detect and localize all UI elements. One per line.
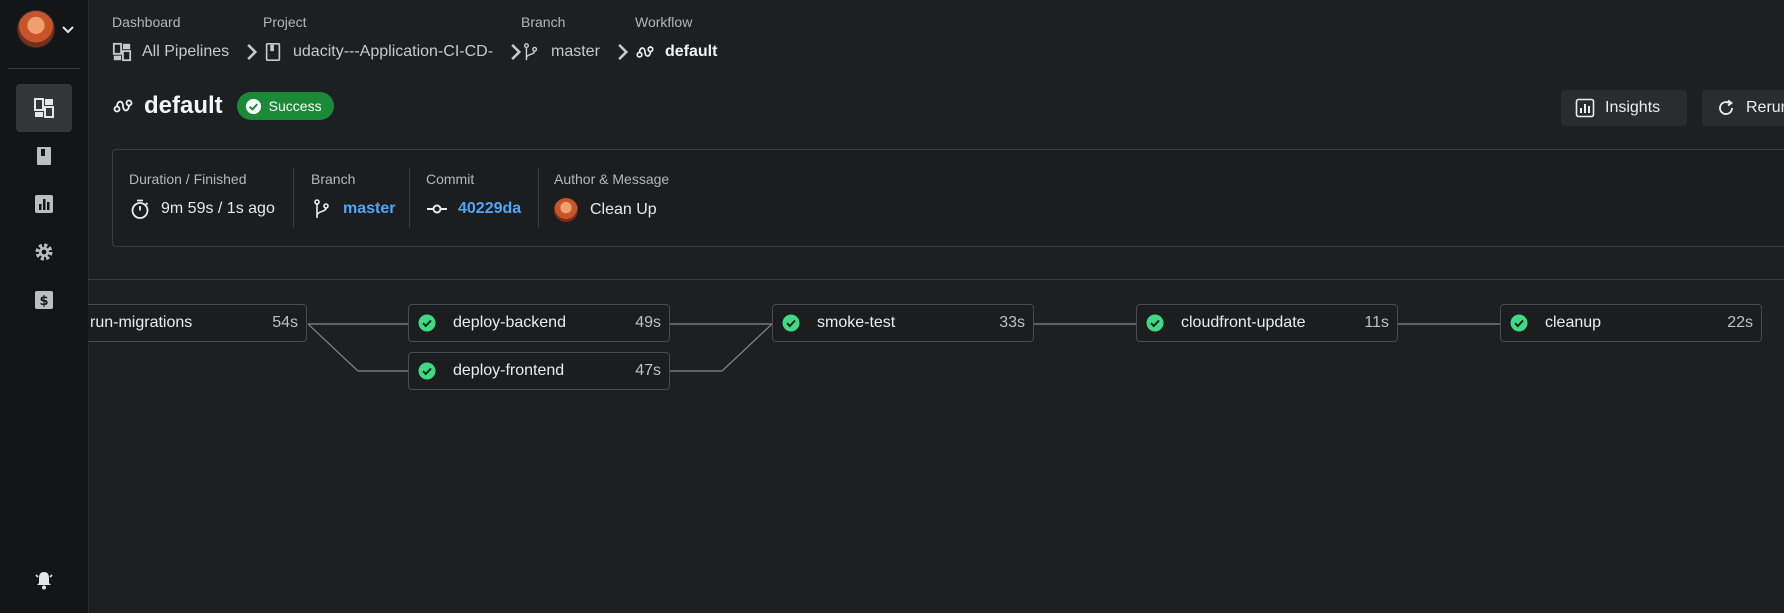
job-name: run-migrations <box>90 314 193 331</box>
billing-dollar-icon: $ <box>35 291 53 309</box>
commit-link[interactable]: 40229da <box>458 200 521 218</box>
insights-label: Insights <box>1605 99 1661 116</box>
rerun-button[interactable]: Rerun <box>1702 90 1784 126</box>
status-badge: Success <box>236 92 334 120</box>
branch-value[interactable]: master <box>311 198 395 220</box>
job-card-run-migrations[interactable]: run-migrations 54s <box>88 304 307 342</box>
check-circle-icon <box>245 98 261 114</box>
sidebar-item-notifications[interactable] <box>16 556 72 604</box>
check-circle-icon <box>418 314 436 332</box>
breadcrumb-value: default <box>665 43 718 60</box>
notification-bell-icon <box>35 572 53 590</box>
breadcrumb-workflow: Workflow default <box>635 14 717 60</box>
sidebar: $ <box>0 0 89 613</box>
refresh-icon <box>1719 99 1734 115</box>
breadcrumb-label: Workflow <box>635 14 693 30</box>
dashboard-icon <box>112 42 132 62</box>
breadcrumb-link-branch[interactable]: master <box>521 42 642 62</box>
sidebar-item-billing[interactable]: $ <box>16 276 72 324</box>
insights-button[interactable]: Insights <box>1561 90 1687 126</box>
divider <box>409 168 410 228</box>
breadcrumb-label: Dashboard <box>112 14 181 30</box>
svg-text:$: $ <box>39 294 48 309</box>
job-name: deploy-frontend <box>453 362 565 379</box>
job-name: cleanup <box>1545 314 1602 331</box>
insights-chart-icon <box>35 195 53 213</box>
breadcrumb-branch: Branch master <box>521 14 629 61</box>
author-message: Clean Up <box>554 198 657 222</box>
avatar[interactable] <box>17 10 55 48</box>
stopwatch-icon <box>131 199 149 219</box>
workflow-info-panel: Duration / Finished 9m 59s / 1s ago Bran… <box>112 149 1784 247</box>
commit-message: Clean Up <box>590 201 657 218</box>
branch-link[interactable]: master <box>343 200 395 218</box>
project-book-icon <box>37 147 51 165</box>
breadcrumb-value: udacity---Application-CI-CD- <box>293 43 494 60</box>
check-circle-icon <box>782 314 800 332</box>
job-name: deploy-backend <box>453 314 566 331</box>
breadcrumb-link-dashboard[interactable]: All Pipelines <box>112 42 271 62</box>
sidebar-item-projects[interactable] <box>16 132 72 180</box>
breadcrumb-value: master <box>551 43 600 60</box>
job-card-cloudfront-update[interactable]: cloudfront-update 11s <box>1136 304 1398 342</box>
dashboard-icon <box>34 98 54 118</box>
breadcrumb-dashboard: Dashboard All Pipelines <box>112 14 258 62</box>
job-duration: 11s <box>1364 314 1389 331</box>
breadcrumb-value: All Pipelines <box>142 43 230 60</box>
check-circle-icon <box>1146 314 1164 332</box>
user-menu[interactable] <box>17 10 75 48</box>
job-card-cleanup[interactable]: cleanup 22s <box>1500 304 1762 342</box>
sidebar-item-settings[interactable] <box>16 228 72 276</box>
check-circle-icon <box>1510 314 1528 332</box>
branch-icon <box>523 43 538 61</box>
job-card-deploy-frontend[interactable]: deploy-frontend 47s <box>408 352 670 390</box>
commit-label: Commit <box>426 171 475 187</box>
job-duration: 49s <box>635 314 661 331</box>
commit-icon <box>427 204 447 214</box>
sidebar-item-dashboard[interactable] <box>16 84 72 132</box>
chevron-down-icon[interactable] <box>61 22 75 36</box>
rerun-label: Rerun <box>1746 99 1784 116</box>
job-card-smoke-test[interactable]: smoke-test 33s <box>772 304 1034 342</box>
page-title: default <box>144 92 223 119</box>
job-duration: 33s <box>999 314 1025 331</box>
duration-text: 9m 59s / 1s ago <box>161 200 275 217</box>
breadcrumb-label: Project <box>263 14 307 30</box>
sidebar-item-insights[interactable] <box>16 180 72 228</box>
duration-value: 9m 59s / 1s ago <box>129 198 275 220</box>
breadcrumb-label: Branch <box>521 14 566 30</box>
page-header: default Success <box>112 92 334 120</box>
settings-gear-icon <box>35 243 53 261</box>
divider <box>293 168 294 228</box>
divider <box>538 168 539 228</box>
breadcrumb-link-project[interactable]: udacity---Application-CI-CD- <box>263 42 535 62</box>
job-name: cloudfront-update <box>1181 314 1306 331</box>
status-text: Success <box>268 98 322 114</box>
workflow-icon <box>636 46 654 58</box>
breadcrumb-link-workflow[interactable]: default <box>635 42 717 62</box>
commit-value[interactable]: 40229da <box>426 198 521 220</box>
workflow-graph: run-migrations 54s deploy-backend 49s de… <box>88 280 1784 613</box>
author-label: Author & Message <box>554 171 670 187</box>
sidebar-divider <box>8 68 80 69</box>
check-circle-icon <box>418 362 436 380</box>
duration-label: Duration / Finished <box>129 171 247 187</box>
job-duration: 54s <box>272 314 298 331</box>
insights-chart-icon <box>1575 98 1595 118</box>
job-duration: 22s <box>1727 314 1753 331</box>
chevron-right-icon <box>247 43 258 61</box>
project-book-icon <box>265 43 281 61</box>
job-name: smoke-test <box>817 314 896 331</box>
chevron-right-icon <box>618 43 629 61</box>
job-card-deploy-backend[interactable]: deploy-backend 49s <box>408 304 670 342</box>
job-duration: 47s <box>635 362 661 379</box>
author-avatar <box>554 198 578 222</box>
branch-label: Branch <box>311 171 356 187</box>
workflow-icon <box>113 99 133 113</box>
breadcrumb-project: Project udacity---Application-CI-CD- <box>263 14 522 61</box>
branch-icon <box>314 199 329 218</box>
